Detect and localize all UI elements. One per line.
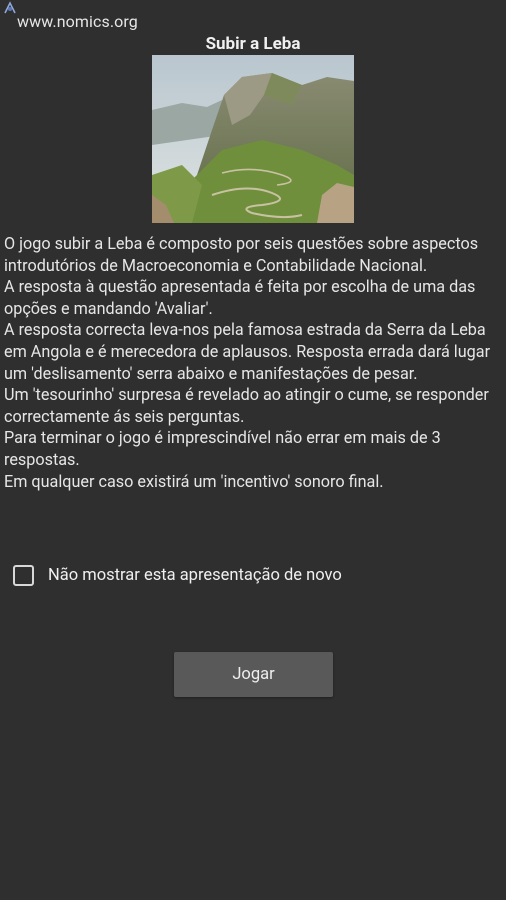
- description-paragraph: Para terminar o jogo é imprescindível nã…: [4, 428, 441, 469]
- description-paragraph: A resposta correcta leva-nos pela famosa…: [4, 320, 491, 383]
- site-url: www.nomics.org: [17, 12, 138, 31]
- description-paragraph: Um 'tesourinho' surpresa é revelado ao a…: [4, 385, 489, 426]
- page-title: Subir a Leba: [205, 34, 301, 54]
- game-description: O jogo subir a Leba é composto por seis …: [4, 233, 502, 492]
- app-launcher-icon: [2, 0, 18, 16]
- description-paragraph: O jogo subir a Leba é composto por seis …: [4, 234, 479, 275]
- dont-show-again-checkbox[interactable]: [13, 564, 34, 586]
- play-button[interactable]: Jogar: [174, 652, 333, 697]
- dont-show-again-checkbox-row[interactable]: Não mostrar esta apresentação de novo: [13, 562, 342, 588]
- description-paragraph: Em qualquer caso existirá um 'incentivo'…: [4, 471, 384, 491]
- description-paragraph: A resposta à questão apresentada é feita…: [4, 277, 476, 318]
- serra-da-leba-image: [152, 55, 354, 223]
- dont-show-again-label[interactable]: Não mostrar esta apresentação de novo: [48, 566, 342, 585]
